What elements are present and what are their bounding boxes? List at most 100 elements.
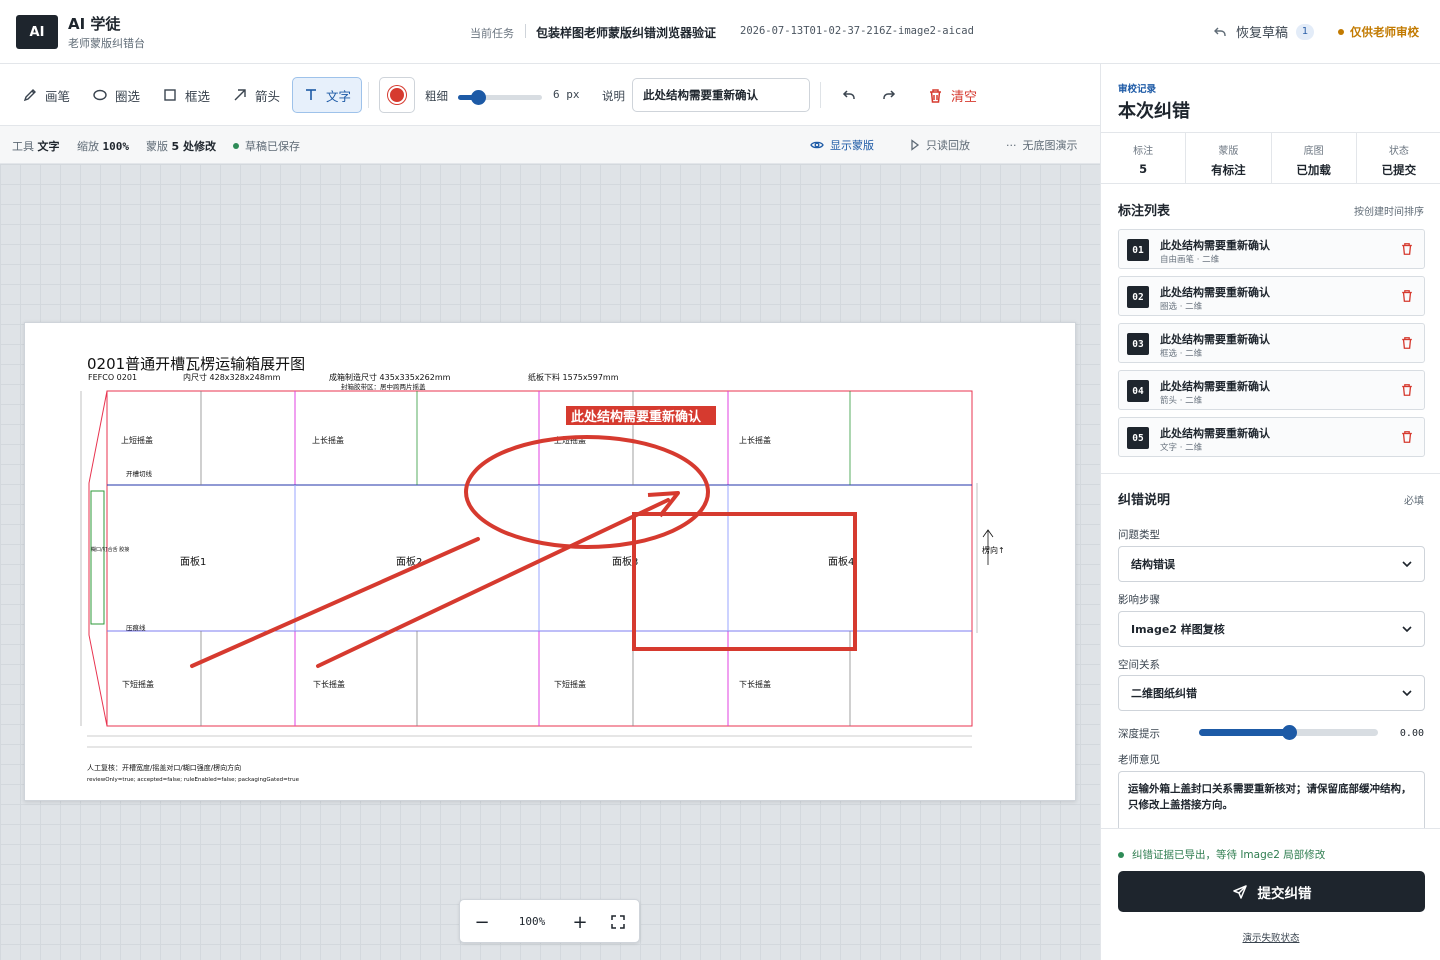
slider-handle[interactable]: [471, 90, 487, 105]
panel-kicker: 审校记录: [1118, 84, 1157, 95]
tool-label: 框选: [185, 88, 211, 104]
annotation-item[interactable]: 03 此处结构需要重新确认 框选 · 二维: [1118, 323, 1425, 363]
panel-label: 面板1: [180, 555, 206, 568]
play-icon: [911, 139, 920, 151]
text-annotation[interactable]: 此处结构需要重新确认: [571, 409, 702, 425]
tool-text[interactable]: 文字: [292, 77, 363, 113]
bottom-flap-label: 下短摇盖: [122, 679, 154, 689]
fullscreen-button[interactable]: [606, 910, 630, 934]
mask-status: 蒙版 5 处修改: [146, 138, 216, 154]
demo-failure-link[interactable]: 演示失败状态: [1101, 930, 1440, 944]
annotation-text: 此处结构需要重新确认: [1160, 380, 1270, 393]
step-select[interactable]: Image2 样图复核: [1118, 611, 1425, 647]
no-base-demo-button[interactable]: ··· 无底图演示: [1006, 137, 1078, 153]
drawing-make-size: 成箱制造尺寸 435x335x262mm: [329, 372, 451, 382]
annotation-item[interactable]: 01 此处结构需要重新确认 自由画笔 · 二维: [1118, 229, 1425, 269]
top-flap-label: 上长摇盖: [739, 435, 771, 445]
spatial-select[interactable]: 二维图纸纠错: [1118, 675, 1425, 711]
undo-icon: [842, 90, 855, 99]
annotation-text: 此处结构需要重新确认: [1160, 239, 1270, 252]
show-mask-toggle[interactable]: 显示蒙版: [810, 137, 874, 153]
annotation-text: 此处结构需要重新确认: [1160, 333, 1270, 346]
delete-trash-icon[interactable]: [1400, 336, 1414, 350]
task-name: 包装样图老师蒙版纠错浏览器验证: [536, 26, 717, 40]
tool-rectangle[interactable]: 框选: [152, 77, 220, 113]
tool-label: 箭头: [255, 88, 281, 104]
mask-status-label: 蒙版: [146, 140, 168, 153]
color-swatch: [388, 86, 406, 104]
app-title: AI 学徒: [68, 15, 121, 33]
tool-ellipse[interactable]: 圈选: [82, 77, 150, 113]
annotation-list-title: 标注列表: [1118, 204, 1171, 219]
annotation-number: 01: [1127, 239, 1149, 261]
zoom-in-button[interactable]: +: [568, 910, 592, 934]
stroke-width-value: 6 px: [553, 88, 580, 101]
issue-type-label: 问题类型: [1118, 529, 1160, 541]
bottom-flap-label: 下长摇盖: [313, 679, 345, 689]
mask-status-value: 5 处修改: [171, 140, 216, 153]
stat-base-image: 底图 已加载: [1272, 133, 1357, 183]
tool-status-value: 文字: [37, 140, 60, 153]
arrow-icon: [234, 89, 246, 101]
issue-type-select[interactable]: 结构错误: [1118, 546, 1425, 582]
redo-button[interactable]: [875, 81, 903, 109]
status-dot-icon: [1118, 851, 1124, 858]
stat-key: 蒙版: [1218, 146, 1239, 157]
zoom-status-label: 缩放: [77, 140, 99, 153]
freehand-annotation[interactable]: [190, 537, 480, 668]
zoom-status-value: 100%: [102, 140, 130, 153]
delete-trash-icon[interactable]: [1400, 242, 1414, 256]
zoom-controls: − 100% +: [459, 899, 640, 943]
annotation-item[interactable]: 04 此处结构需要重新确认 箭头 · 二维: [1118, 370, 1425, 410]
stat-status: 状态 已提交: [1357, 133, 1440, 183]
stat-key: 底图: [1303, 146, 1324, 157]
clear-button[interactable]: 清空: [928, 86, 977, 105]
drawing-toolbar: 画笔 圈选 框选 箭头 文字 粗细 6 px 说明 此处结构需要重新确认 清空: [0, 64, 1100, 126]
stroke-width-slider[interactable]: [458, 90, 542, 105]
status-dot-icon: [1338, 29, 1344, 35]
drawing-sheet[interactable]: 0201普通开槽瓦楞运输箱展开图 FEFCO 0201 内尺寸 428x328x…: [24, 322, 1076, 801]
tool-pencil[interactable]: 画笔: [12, 77, 80, 113]
tool-status: 工具 文字: [12, 138, 60, 154]
toolbar-divider: [820, 82, 821, 108]
slot-cut-label: 开槽切线: [126, 469, 153, 478]
depth-slider[interactable]: [1199, 725, 1378, 740]
submit-label: 提交纠错: [1257, 885, 1312, 902]
zoom-out-button[interactable]: −: [470, 910, 494, 934]
tool-label: 圈选: [115, 88, 141, 104]
zoom-value: 100%: [518, 915, 546, 928]
stats-row: 标注 5 蒙版 有标注 底图 已加载 状态 已提交: [1101, 132, 1440, 184]
top-flap-label: 上短摇盖: [121, 435, 153, 445]
description-label: 说明: [602, 89, 625, 103]
submit-button[interactable]: 提交纠错: [1118, 871, 1425, 912]
clear-label: 清空: [951, 90, 978, 105]
slider-handle[interactable]: [1281, 725, 1297, 740]
evidence-status: 纠错证据已导出，等待 Image2 局部修改: [1118, 847, 1325, 862]
text-icon: [306, 89, 316, 100]
rectangle-icon: [164, 89, 176, 101]
evidence-text: 纠错证据已导出，等待 Image2 局部修改: [1132, 849, 1326, 861]
restore-draft-button[interactable]: 恢复草稿 1: [1212, 22, 1315, 41]
annotation-item[interactable]: 05 此处结构需要重新确认 文字 · 二维: [1118, 417, 1425, 457]
review-note: 人工复核：开槽宽度/摇盖对口/糊口强度/楞向方向: [87, 763, 241, 772]
app-subtitle: 老师蒙版纠错台: [68, 37, 145, 50]
delete-trash-icon[interactable]: [1400, 383, 1414, 397]
opinion-textarea[interactable]: 运输外箱上盖封口关系需要重新核对；请保留底部缓冲结构，只修改上盖搭接方向。: [1118, 771, 1425, 829]
undo-button[interactable]: [835, 81, 863, 109]
zoom-status: 缩放 100%: [77, 138, 129, 154]
color-picker-button[interactable]: [379, 77, 415, 113]
step-value: Image2 样图复核: [1131, 623, 1225, 636]
annotation-item[interactable]: 02 此处结构需要重新确认 圈选 · 二维: [1118, 276, 1425, 316]
fullscreen-icon: [611, 915, 625, 929]
delete-trash-icon[interactable]: [1400, 430, 1414, 444]
delete-trash-icon[interactable]: [1400, 289, 1414, 303]
annotation-sort-label[interactable]: 按创建时间排序: [1354, 203, 1424, 218]
tool-arrow[interactable]: 箭头: [222, 77, 290, 113]
glue-zone: [90, 490, 105, 625]
stat-key: 状态: [1388, 146, 1409, 157]
restore-draft-label: 恢复草稿: [1236, 26, 1289, 41]
description-input[interactable]: [632, 78, 810, 112]
readonly-replay-button[interactable]: 只读回放: [910, 137, 970, 153]
drawing-canvas[interactable]: 0201普通开槽瓦楞运输箱展开图 FEFCO 0201 内尺寸 428x328x…: [0, 164, 1100, 960]
panel-label: 面板4: [828, 555, 854, 568]
